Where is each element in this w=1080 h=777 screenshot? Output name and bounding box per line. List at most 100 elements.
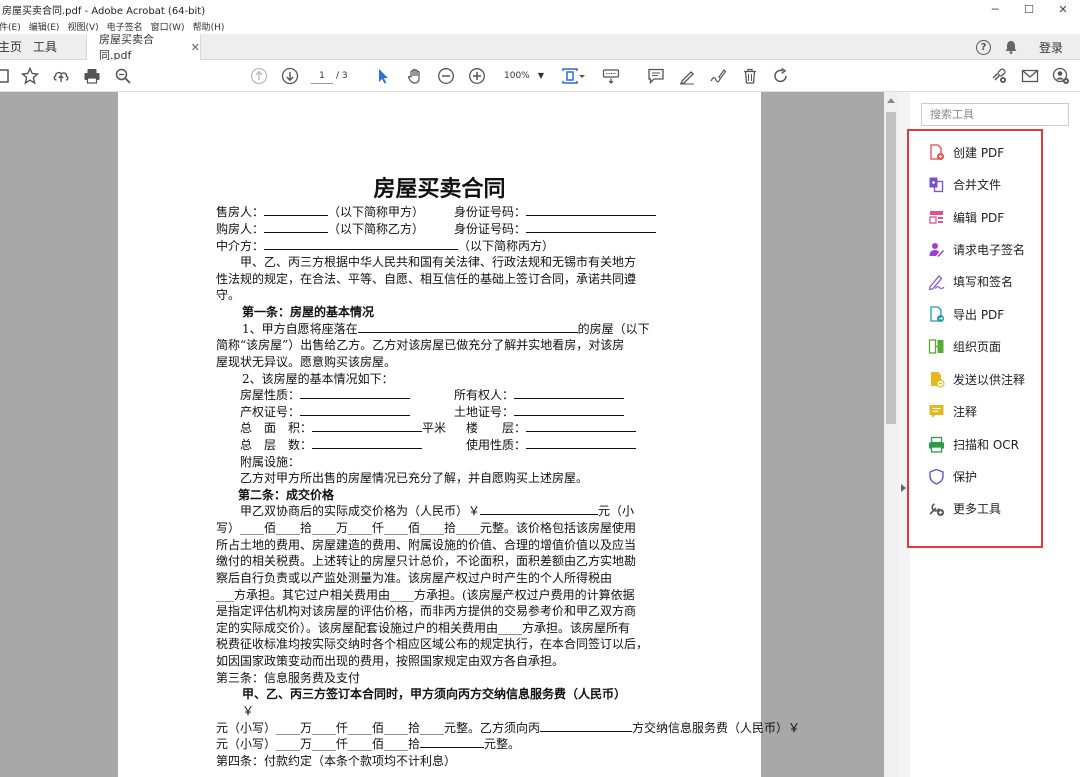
- doc-line: 如因国家政策变动而出现的费用，按照国家规定由双方各自承担。: [216, 654, 565, 668]
- doc-line: 1、甲方自愿将座落在 的房屋（以下: [242, 322, 650, 336]
- tool-label: 扫描和 OCR: [953, 437, 1019, 452]
- delete-trash-icon[interactable]: [740, 66, 760, 86]
- more-tools-icon: [928, 500, 945, 517]
- print-icon[interactable]: [82, 66, 102, 86]
- tool-edit-pdf[interactable]: 编辑 PDF: [928, 207, 1004, 227]
- close-window-button[interactable]: ✕: [1046, 0, 1080, 18]
- tool-label: 创建 PDF: [953, 145, 1005, 160]
- tab-tools[interactable]: 工具: [33, 34, 57, 60]
- tab-document[interactable]: 房屋买卖合同.pdf ✕: [86, 33, 201, 62]
- doc-line: 守。: [216, 288, 241, 302]
- account-icon[interactable]: [1051, 66, 1071, 86]
- tool-request-signature[interactable]: 请求电子签名: [928, 239, 1025, 259]
- tool-label: 注释: [953, 404, 978, 419]
- vertical-scrollbar[interactable]: [884, 92, 898, 777]
- doc-heading: 第一条：房屋的基本情况: [242, 305, 375, 319]
- toolbar: 1 / 3 100% ▼: [0, 60, 1080, 92]
- tab-bar: 主页 工具 房屋买卖合同.pdf ✕ ? 登录: [0, 33, 1080, 62]
- zoom-out-icon[interactable]: [436, 66, 456, 86]
- doc-line: 中介方： （以下简称丙方）: [216, 239, 555, 253]
- create-pdf-icon: [928, 143, 945, 161]
- rotate-icon[interactable]: [771, 66, 791, 86]
- sign-pen-icon[interactable]: [708, 66, 728, 86]
- minimize-button[interactable]: ─: [978, 0, 1012, 18]
- fit-chevron-icon[interactable]: [577, 66, 587, 86]
- bookmark-star-icon[interactable]: [20, 66, 40, 86]
- combine-files-icon: [928, 176, 945, 193]
- request-signature-icon: [928, 241, 945, 258]
- fill-sign-icon: [928, 273, 945, 290]
- upload-cloud-icon[interactable]: [51, 66, 71, 86]
- close-tab-icon[interactable]: ✕: [191, 41, 200, 54]
- comment-icon: [928, 403, 945, 420]
- menu-edit[interactable]: 编辑(E): [29, 20, 60, 33]
- hand-tool-icon[interactable]: [405, 66, 425, 86]
- doc-line: 缴付的相关税费。上述转让的房屋只计总价，不论面积，面积差额由乙方实地勘: [216, 554, 637, 568]
- tool-comment[interactable]: 注释: [928, 401, 977, 421]
- doc-line: 总 面 积： 平米楼 层：: [240, 420, 637, 437]
- scroll-up-arrow-icon[interactable]: [887, 98, 895, 103]
- comment-icon[interactable]: [646, 66, 666, 86]
- tool-fill-sign[interactable]: 填写和签名: [928, 271, 1013, 291]
- save-icon[interactable]: [0, 66, 12, 86]
- page-total-label: / 3: [336, 71, 348, 81]
- organize-pages-icon: [928, 338, 945, 355]
- doc-line: ￥: [242, 704, 255, 718]
- send-comments-icon: [928, 371, 945, 388]
- tool-protect[interactable]: 保护: [928, 466, 977, 486]
- window-controls: ─ ☐ ✕: [978, 0, 1080, 18]
- zoom-level-select[interactable]: 100% ▼: [497, 68, 547, 84]
- menu-view[interactable]: 视图(V): [67, 20, 98, 33]
- tool-label: 合并文件: [953, 177, 1002, 192]
- protect-icon: [928, 468, 945, 485]
- menu-help[interactable]: 帮助(H): [193, 20, 225, 33]
- doc-line: 元（小写）____万____仟____佰____拾 元整。: [216, 737, 521, 751]
- share-link-icon[interactable]: [989, 66, 1009, 86]
- email-icon[interactable]: [1020, 66, 1040, 86]
- zoom-in-icon[interactable]: [467, 66, 487, 86]
- tool-label: 编辑 PDF: [953, 210, 1005, 225]
- document-viewport[interactable]: 房屋买卖合同 售房人： （以下简称甲方） 身份证号码： 购房人： （以下简称乙方） 身份…: [0, 92, 884, 777]
- tab-home[interactable]: 主页: [0, 34, 22, 60]
- previous-page-icon[interactable]: [249, 66, 269, 86]
- tool-send-comments[interactable]: 发送以供注释: [928, 369, 1025, 389]
- tool-combine-files[interactable]: 合并文件: [928, 174, 1001, 194]
- title-bar: 房屋买卖合同.pdf - Adobe Acrobat (64-bit) ─ ☐ …: [0, 0, 1080, 18]
- edit-pdf-icon: [928, 209, 945, 226]
- doc-heading: 甲、乙、丙三方签订本合同时，甲方须向丙方交纳信息服务费（人民币）: [242, 687, 627, 701]
- next-page-icon[interactable]: [280, 66, 300, 86]
- search-zoom-icon[interactable]: [113, 66, 133, 86]
- scrollbar-thumb[interactable]: [886, 112, 896, 424]
- highlight-pen-icon[interactable]: [677, 66, 697, 86]
- menu-file[interactable]: 件(E): [0, 20, 21, 33]
- tools-panel: 搜索工具 创建 PDF 合并文件 编辑 PDF 请求电子签名 填写和签名 导出 …: [907, 92, 1080, 777]
- tool-more-tools[interactable]: 更多工具: [928, 498, 1001, 518]
- page-number-input[interactable]: 1: [311, 68, 333, 84]
- login-button[interactable]: 登录: [1039, 39, 1063, 56]
- doc-line: 2、该房屋的基本情况如下：: [242, 372, 394, 386]
- window-title: 房屋买卖合同.pdf - Adobe Acrobat (64-bit): [2, 5, 206, 17]
- tool-organize-pages[interactable]: 组织页面: [928, 336, 1001, 356]
- tab-bar-right: ? 登录: [975, 34, 1080, 60]
- doc-line: 产权证号： 土地证号：: [240, 404, 625, 421]
- zoom-level-value: 100%: [504, 71, 530, 81]
- tool-create-pdf[interactable]: 创建 PDF: [928, 142, 1004, 162]
- notification-bell-icon[interactable]: [1005, 40, 1017, 54]
- tool-label: 更多工具: [953, 501, 1002, 516]
- help-icon[interactable]: ?: [975, 39, 991, 55]
- tool-scan-ocr[interactable]: 扫描和 OCR: [928, 434, 1019, 454]
- doc-line: 元（小写）____万____仟____佰____拾____元整。乙方须向丙 方交纳…: [216, 721, 801, 735]
- tool-label: 请求电子签名: [953, 242, 1026, 257]
- chevron-right-icon[interactable]: [901, 484, 906, 492]
- chevron-down-icon: ▼: [537, 71, 544, 80]
- keyboard-icon[interactable]: [601, 66, 621, 86]
- document-title: 房屋买卖合同: [373, 176, 506, 202]
- doc-line: 甲、乙、丙三方根据中华人民共和国有关法律、行政法规和无锡市有关地方: [240, 255, 637, 269]
- doc-line: 第三条：信息服务费及支付: [216, 671, 361, 685]
- select-cursor-icon[interactable]: [373, 66, 393, 86]
- search-tools-input[interactable]: 搜索工具: [921, 103, 1069, 126]
- export-pdf-icon: [928, 305, 945, 323]
- tool-export-pdf[interactable]: 导出 PDF: [928, 304, 1004, 324]
- maximize-button[interactable]: ☐: [1012, 0, 1046, 18]
- tool-label: 发送以供注释: [953, 372, 1026, 387]
